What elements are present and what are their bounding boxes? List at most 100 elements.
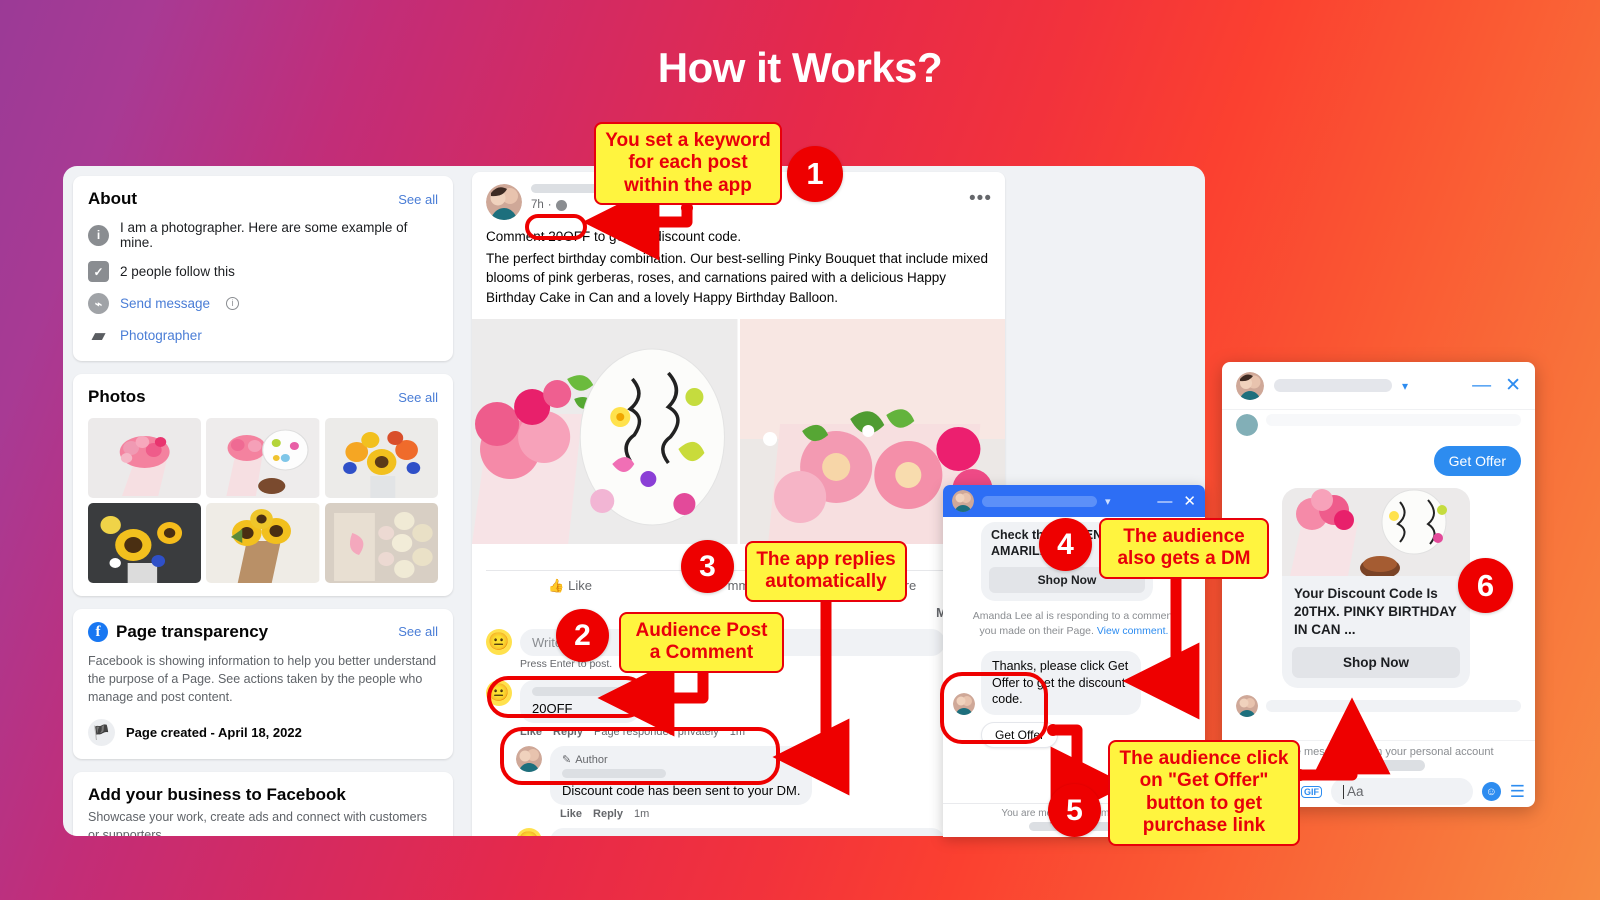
next-message-redacted [1266, 700, 1521, 713]
like-label: Like [568, 578, 592, 594]
photo-thumbnail[interactable] [324, 418, 438, 498]
comment-text: Discount code has been sent to your DM. [562, 783, 801, 799]
reply-input[interactable]: Reply to Martin Shum... [550, 828, 946, 836]
close-icon[interactable]: ✕ [1505, 374, 1521, 397]
photos-card-header: Photos See all [88, 387, 438, 407]
add-business-card: Add your business to Facebook Showcase y… [73, 772, 453, 836]
facebook-logo-icon: f [88, 622, 108, 642]
about-row-category[interactable]: ▰ Photographer [88, 325, 438, 346]
post-more-options-icon[interactable]: ••• [969, 188, 992, 210]
messenger-mid-window-controls: — ✕ [1157, 492, 1196, 511]
post-description: The perfect birthday combination. Our be… [486, 250, 989, 305]
page-transparency-title-group: f Page transparency [88, 622, 268, 642]
highlight-keyword [525, 214, 587, 240]
page-transparency-card: f Page transparency See all Facebook is … [73, 609, 453, 760]
photo-grid [88, 418, 438, 583]
reply-composer: 😐 Reply to Martin Shum... ☺ ▣ [472, 824, 1005, 836]
previous-message-redacted [1266, 414, 1521, 426]
about-bio-text: I am a photographer. Here are some examp… [120, 220, 408, 250]
page-transparency-title: Page transparency [116, 622, 269, 641]
photo-thumbnail[interactable] [206, 503, 320, 583]
globe-icon [555, 199, 567, 211]
message-input[interactable]: Aa [1330, 778, 1473, 805]
info-icon: i [88, 224, 109, 246]
account-name-redacted [1332, 760, 1425, 771]
comment-time: 1m [633, 808, 650, 821]
highlight-author-reply [500, 727, 780, 785]
callout-1: You set a keyword for each post within t… [594, 122, 782, 206]
gif-icon[interactable]: GIF [1300, 785, 1322, 798]
offer-image[interactable] [1282, 488, 1470, 576]
conversation-name-redacted [982, 495, 1097, 507]
offer-card: Your Discount Code Is 20THX. PINKY BIRTH… [1282, 488, 1470, 689]
messenger-icon: ⌁ [88, 293, 109, 314]
about-row-send-message[interactable]: ⌁ Send message i [88, 293, 438, 314]
comment-like-action[interactable]: Like [560, 808, 582, 820]
offer-text: Your Discount Code Is 20THX. PINKY BIRTH… [1294, 586, 1457, 637]
like-button[interactable]: 👍 Like [486, 578, 654, 594]
callout-5-text: The audience click on "Get Offer" button… [1119, 748, 1289, 837]
avatar [1236, 414, 1258, 436]
page-transparency-body: Facebook is showing information to help … [88, 654, 437, 704]
about-card-header: About See all [88, 189, 438, 209]
highlight-get-offer [940, 672, 1048, 744]
step-badge-2: 2 [556, 609, 609, 662]
callout-3: The app replies automatically [745, 541, 907, 602]
avatar: 😐 [516, 828, 542, 836]
info-circle-icon: i [226, 297, 240, 310]
flag-icon: 🏴 [88, 719, 115, 747]
minimize-icon[interactable]: — [1157, 493, 1172, 510]
emoji-icon[interactable]: ☺ [1481, 782, 1501, 801]
comment-actions: Like Reply 1m [472, 805, 1005, 824]
photo-thumbnail[interactable] [88, 418, 202, 498]
messenger-right-window-controls: — ✕ [1472, 374, 1521, 397]
about-see-all-link[interactable]: See all [398, 192, 438, 207]
highlight-audience-comment [487, 676, 647, 718]
system-note: Amanda Lee al is responding to a comment… [953, 601, 1195, 646]
chevron-down-icon[interactable]: ▾ [1402, 379, 1408, 393]
post-image-left[interactable] [472, 319, 738, 545]
text-caret [1342, 784, 1344, 799]
about-row-bio: i I am a photographer. Here are some exa… [88, 220, 438, 250]
message-input-placeholder: Aa [1346, 784, 1364, 799]
minimize-icon[interactable]: — [1472, 375, 1491, 397]
post-images [472, 319, 1005, 545]
callout-2: Audience Post a Comment [619, 612, 784, 673]
avatar: 😐 [486, 629, 512, 656]
comment-reply-action[interactable]: Reply [593, 808, 623, 820]
photos-card: Photos See all [73, 374, 453, 596]
menu-icon[interactable]: ☰ [1510, 782, 1525, 802]
page-transparency-see-all-link[interactable]: See all [398, 624, 438, 639]
callout-3-text: The app replies automatically [756, 549, 896, 593]
add-business-title: Add your business to Facebook [88, 785, 346, 805]
category-link[interactable]: Photographer [120, 328, 202, 343]
about-card: About See all i I am a photographer. Her… [73, 176, 453, 361]
step-badge-3: 3 [681, 540, 734, 593]
avatar [1236, 695, 1258, 718]
step-badge-1: 1 [787, 146, 843, 202]
photo-thumbnail[interactable] [206, 418, 320, 498]
post-line-after: to get the discount code. [590, 229, 742, 244]
view-comment-link[interactable]: View comment. [1097, 625, 1169, 637]
callout-2-text: Audience Post a Comment [635, 620, 768, 664]
page-created-row: 🏴 Page created - April 18, 2022 [88, 719, 438, 747]
post-comment-count: 4 Co [472, 544, 1005, 570]
photos-title: Photos [88, 387, 146, 406]
photo-thumbnail[interactable] [88, 503, 202, 583]
step-badge-4: 4 [1039, 518, 1092, 571]
shop-now-button[interactable]: Shop Now [1292, 647, 1460, 679]
messenger-right-header: ▾ — ✕ [1222, 362, 1535, 410]
messenger-mid-header: ▾ — ✕ [943, 485, 1205, 517]
avatar[interactable] [486, 184, 522, 220]
step-badge-5: 5 [1048, 784, 1101, 837]
callout-5: The audience click on "Get Offer" button… [1108, 740, 1300, 846]
photos-see-all-link[interactable]: See all [398, 390, 438, 405]
close-icon[interactable]: ✕ [1183, 492, 1196, 510]
about-title: About [88, 189, 138, 208]
send-message-link[interactable]: Send message [120, 296, 210, 311]
page-transparency-header: f Page transparency See all [88, 622, 438, 642]
chevron-down-icon[interactable]: ▾ [1105, 495, 1111, 508]
photo-thumbnail[interactable] [324, 503, 438, 583]
about-row-followers: ✓ 2 people follow this [88, 261, 438, 282]
avatar [1236, 371, 1264, 400]
